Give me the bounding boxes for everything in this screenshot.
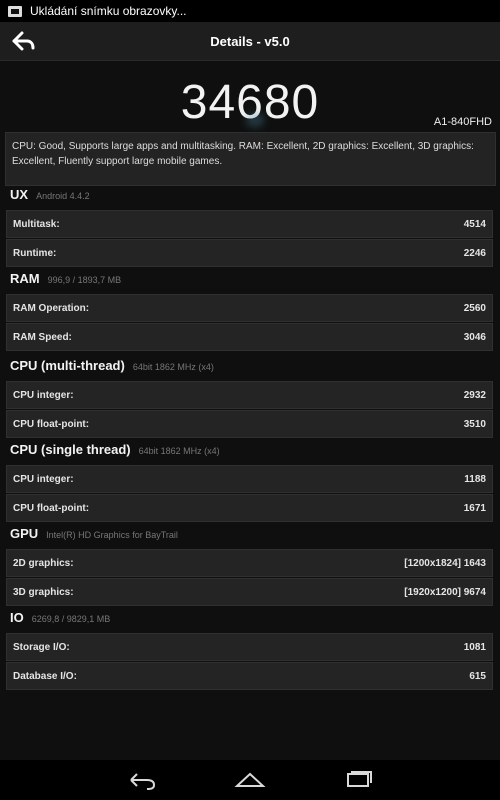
section-title: CPU (multi-thread) (10, 358, 125, 373)
row-label: RAM Speed: (13, 331, 72, 343)
row-label: 3D graphics: (13, 586, 74, 598)
section-gpu-header: GPU Intel(R) HD Graphics for BayTrail (10, 526, 178, 546)
result-row-ram-operation[interactable]: RAM Operation: 2560 (6, 294, 493, 322)
result-row-cpu-single-float[interactable]: CPU float-point: 1671 (6, 494, 493, 522)
result-row-database-io[interactable]: Database I/O: 615 (6, 662, 493, 690)
result-row-ram-speed[interactable]: RAM Speed: 3046 (6, 323, 493, 351)
status-bar: Ukládání snímku obrazovky... (0, 0, 500, 22)
result-row-2d-graphics[interactable]: 2D graphics: [1200x1824] 1643 (6, 549, 493, 577)
nav-back-button[interactable] (122, 766, 162, 794)
row-value: [1920x1200] 9674 (404, 586, 486, 598)
row-label: Storage I/O: (13, 641, 70, 653)
row-value: 615 (469, 670, 486, 682)
row-label: CPU float-point: (13, 502, 90, 514)
section-io-header: IO 6269,8 / 9829,1 MB (10, 610, 110, 630)
score-glow (246, 113, 264, 127)
row-label: CPU integer: (13, 473, 74, 485)
section-ux-header: UX Android 4.4.2 (10, 187, 90, 207)
details-content[interactable]: 34680 A1-840FHD CPU: Good, Supports larg… (0, 61, 500, 760)
row-value: 1081 (463, 641, 486, 653)
row-value: 2560 (463, 302, 486, 314)
back-nav-icon (130, 773, 156, 790)
row-value: 3046 (463, 331, 486, 343)
status-notification-text: Ukládání snímku obrazovky... (30, 4, 187, 18)
row-value: 3510 (463, 418, 486, 430)
nav-home-button[interactable] (230, 766, 270, 794)
back-button[interactable] (10, 27, 38, 55)
row-value: 1671 (463, 502, 486, 514)
row-label: Database I/O: (13, 670, 77, 682)
back-arrow-icon (12, 31, 35, 51)
result-row-storage-io[interactable]: Storage I/O: 1081 (6, 633, 493, 661)
result-row-multitask[interactable]: Multitask: 4514 (6, 210, 493, 238)
result-row-runtime[interactable]: Runtime: 2246 (6, 239, 493, 267)
result-row-cpu-single-integer[interactable]: CPU integer: 1188 (6, 465, 493, 493)
row-value: 4514 (463, 218, 486, 230)
result-row-3d-graphics[interactable]: 3D graphics: [1920x1200] 9674 (6, 578, 493, 606)
row-value: 2932 (463, 389, 486, 401)
row-label: CPU integer: (13, 389, 74, 401)
summary-text: CPU: Good, Supports large apps and multi… (5, 132, 496, 186)
page-title: Details - v5.0 (210, 33, 290, 49)
section-title: CPU (single thread) (10, 442, 131, 457)
section-title: UX (10, 187, 29, 202)
row-label: Runtime: (13, 247, 57, 259)
device-name: A1-840FHD (433, 116, 492, 128)
section-title: GPU (10, 526, 39, 541)
row-label: 2D graphics: (13, 557, 74, 569)
section-title: IO (10, 610, 24, 625)
row-value: [1200x1824] 1643 (404, 557, 486, 569)
row-label: Multitask: (13, 218, 60, 230)
row-value: 2246 (463, 247, 486, 259)
row-label: CPU float-point: (13, 418, 90, 430)
section-ram-header: RAM 996,9 / 1893,7 MB (10, 271, 121, 291)
row-label: RAM Operation: (13, 302, 90, 314)
section-subtitle: 6269,8 / 9829,1 MB (31, 614, 111, 624)
section-subtitle: 996,9 / 1893,7 MB (47, 275, 122, 285)
section-cpu-single-header: CPU (single thread) 64bit 1862 MHz (x4) (10, 442, 220, 462)
section-title: RAM (10, 271, 40, 286)
section-subtitle: 64bit 1862 MHz (x4) (132, 362, 214, 372)
nav-recent-apps-button[interactable] (338, 766, 378, 794)
recent-apps-icon (347, 771, 372, 787)
result-row-cpu-multi-float[interactable]: CPU float-point: 3510 (6, 410, 493, 438)
section-cpu-multi-header: CPU (multi-thread) 64bit 1862 MHz (x4) (10, 358, 214, 378)
screenshot-icon (8, 5, 22, 17)
home-nav-icon (234, 772, 266, 787)
section-subtitle: 64bit 1862 MHz (x4) (138, 446, 220, 456)
section-subtitle: Android 4.4.2 (36, 191, 90, 201)
section-subtitle: Intel(R) HD Graphics for BayTrail (46, 530, 178, 540)
navigation-bar (0, 760, 500, 800)
row-value: 1188 (464, 473, 486, 485)
title-bar: Details - v5.0 (0, 22, 500, 61)
result-row-cpu-multi-integer[interactable]: CPU integer: 2932 (6, 381, 493, 409)
